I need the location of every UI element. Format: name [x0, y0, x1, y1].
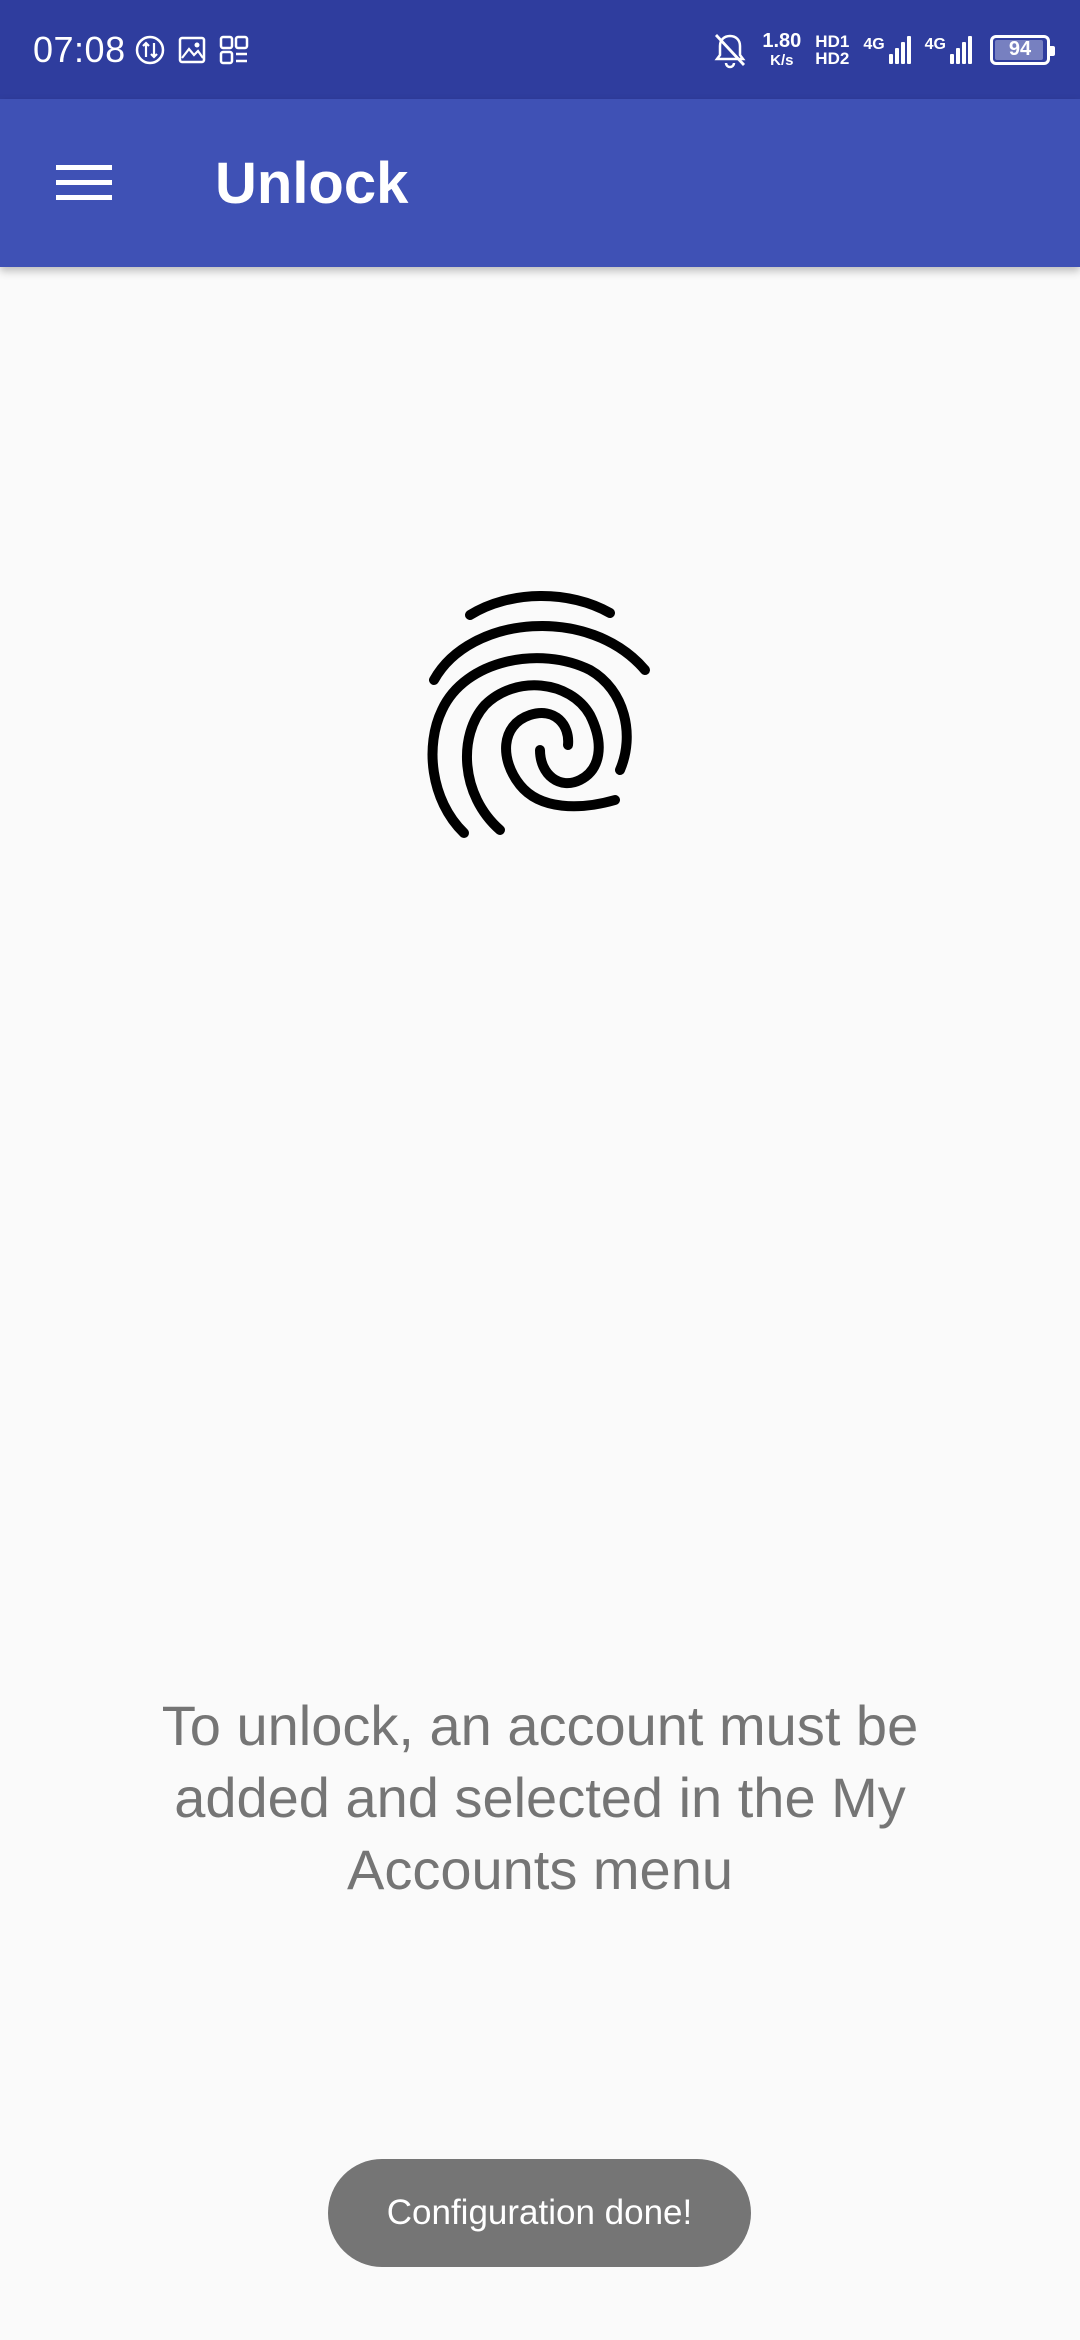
battery-icon: 94: [990, 34, 1055, 65]
toast-text: Configuration done!: [386, 2193, 693, 2232]
navigation-menu-button[interactable]: [29, 128, 139, 238]
hamburger-menu-icon: [56, 165, 112, 200]
signal-bar: [888, 53, 893, 64]
signal-bar: [900, 41, 905, 64]
toast-notification: Configuration done!: [328, 2159, 751, 2267]
hd2-label: HD2: [815, 48, 850, 68]
network-speed-unit: K/s: [770, 52, 794, 69]
page-title: Unlock: [215, 150, 409, 216]
app-bar: Unlock: [0, 99, 1080, 267]
app-grid-icon: [219, 35, 248, 64]
network-speed-value: 1.80: [762, 30, 802, 52]
unlock-instructions: To unlock, an account must be added and …: [161, 1694, 919, 1901]
gallery-icon: [178, 36, 205, 63]
notifications-off-icon: [714, 33, 746, 68]
sim1-network-type: 4G: [863, 35, 885, 53]
sim1-signal: 4G: [863, 35, 911, 64]
status-right-icons: 1.80 K/s HD1 HD2 4G 4G 94: [712, 31, 1055, 69]
sim2-signal: 4G: [924, 35, 972, 64]
signal-bar: [894, 47, 899, 64]
status-time: 07:08: [33, 28, 126, 70]
status-bar: 07:08 1.80 K/s HD1 HD2 4G 4G 94: [0, 0, 1080, 99]
signal-bar: [962, 41, 966, 64]
signal-bar: [956, 47, 960, 64]
signal-bar: [968, 35, 972, 64]
sim2-network-type: 4G: [924, 35, 946, 53]
signal-bar: [950, 53, 954, 64]
network-speed: 1.80 K/s: [762, 31, 801, 68]
fingerprint-icon[interactable]: [420, 585, 660, 845]
data-transfer-icon: [135, 35, 164, 64]
status-left-icons: [134, 34, 250, 66]
signal-bar: [906, 35, 911, 64]
hd1-label: HD1: [815, 31, 850, 51]
hd-voice-indicator: HD1 HD2: [815, 33, 849, 67]
battery-level: 94: [1008, 38, 1032, 60]
